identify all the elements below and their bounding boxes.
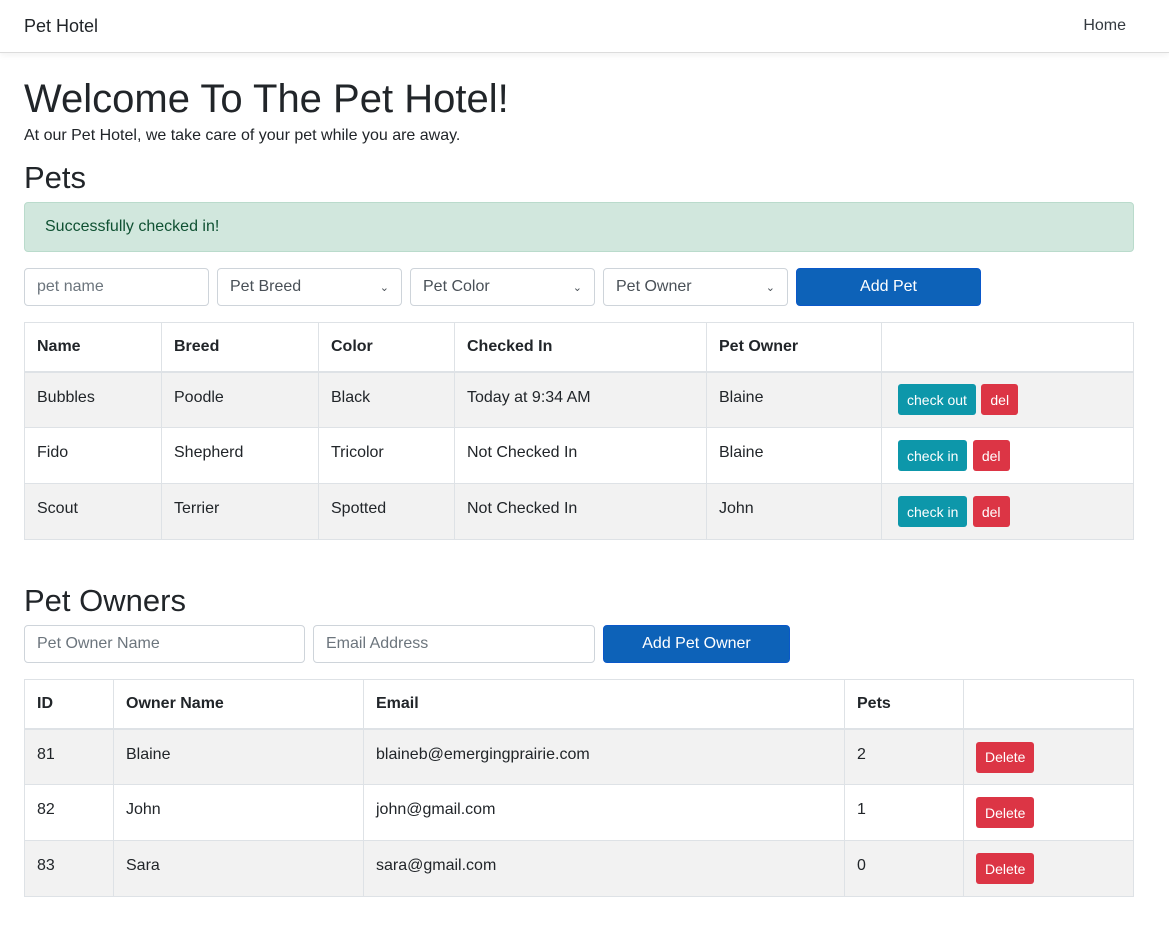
owner-email: blaineb@emergingprairie.com [363,728,845,786]
delete-pet-button[interactable]: del [972,440,1010,472]
page-title: Welcome To The Pet Hotel! [24,77,509,121]
col-pets: Pets [844,679,964,730]
chevron-down-icon: ⌄ [379,281,389,294]
owner-id: 83 [24,840,114,898]
brand-link[interactable]: Pet Hotel [24,16,98,37]
delete-pet-button[interactable]: del [981,384,1019,416]
owner-name: Sara [113,840,364,898]
pet-owner-value: Pet Owner [616,278,692,296]
owner-name: John [113,784,364,842]
owner-name-placeholder: Pet Owner Name [37,635,160,653]
owner-actions: Delete [963,784,1134,842]
pet-color-value: Pet Color [423,278,490,296]
owner-email-input[interactable]: Email Address [313,625,595,664]
pets-table: Name Breed Color Checked In Pet Owner Bu… [24,322,1134,541]
pet-owner: Blaine [706,427,882,485]
pets-heading: Pets [24,160,87,195]
pet-breed-select[interactable]: Pet Breed ⌄ [217,268,402,307]
pet-breed: Poodle [161,371,319,429]
delete-owner-button[interactable]: Delete [976,853,1035,885]
pet-breed-value: Pet Breed [230,278,302,296]
table-row: 82 John john@gmail.com 1 Delete [24,784,1134,842]
table-row: Fido Shepherd Tricolor Not Checked In Bl… [24,427,1134,485]
owner-pet-count: 1 [844,784,964,842]
pet-name-placeholder: pet name [37,278,104,296]
add-pet-form: pet name Pet Breed ⌄ Pet Color ⌄ Pet Own… [24,268,1134,307]
col-name: Name [24,322,162,373]
table-row: Bubbles Poodle Black Today at 9:34 AM Bl… [24,371,1134,429]
chevron-down-icon: ⌄ [572,281,582,294]
col-email: Email [363,679,845,730]
pet-color: Tricolor [318,427,455,485]
owner-actions: Delete [963,728,1134,786]
owner-pet-count: 2 [844,728,964,786]
col-owner-name: Owner Name [113,679,364,730]
pet-name: Fido [24,427,162,485]
col-pet-owner: Pet Owner [706,322,882,373]
owners-table: ID Owner Name Email Pets 81 Blaine blain… [24,679,1134,898]
col-breed: Breed [161,322,319,373]
check-out-button[interactable]: check out [898,384,976,416]
owner-pet-count: 0 [844,840,964,898]
col-checked-in: Checked In [454,322,707,373]
check-in-button[interactable]: check in [898,496,968,528]
owner-name: Blaine [113,728,364,786]
delete-owner-button[interactable]: Delete [976,797,1035,829]
add-owner-form: Pet Owner Name Email Address Add Pet Own… [24,625,1134,664]
pet-breed: Shepherd [161,427,319,485]
owners-table-header: ID Owner Name Email Pets [24,679,1134,730]
owner-email: john@gmail.com [363,784,845,842]
pet-name: Bubbles [24,371,162,429]
navbar: Pet Hotel Home [0,0,1169,53]
table-row: Scout Terrier Spotted Not Checked In Joh… [24,483,1134,541]
chevron-down-icon: ⌄ [765,281,775,294]
pet-actions: check out del [881,371,1134,429]
pet-owner: John [706,483,882,541]
col-actions [963,679,1134,730]
pets-table-header: Name Breed Color Checked In Pet Owner [24,322,1134,373]
add-owner-button[interactable]: Add Pet Owner [603,625,790,664]
success-alert: Successfully checked in! [24,202,1134,253]
owners-heading: Pet Owners [24,583,186,619]
owner-id: 82 [24,784,114,842]
pet-color-select[interactable]: Pet Color ⌄ [410,268,595,307]
delete-pet-button[interactable]: del [972,496,1010,528]
pet-actions: check in del [881,427,1134,485]
owner-id: 81 [24,728,114,786]
owner-actions: Delete [963,840,1134,898]
table-row: 83 Sara sara@gmail.com 0 Delete [24,840,1134,898]
delete-owner-button[interactable]: Delete [976,741,1035,773]
owner-email: sara@gmail.com [363,840,845,898]
nav-home-link[interactable]: Home [1083,17,1126,35]
pet-color: Black [318,371,455,429]
pet-actions: check in del [881,483,1134,541]
col-color: Color [318,322,455,373]
add-pet-button[interactable]: Add Pet [796,268,981,307]
pet-name: Scout [24,483,162,541]
check-in-button[interactable]: check in [898,440,968,472]
pet-color: Spotted [318,483,455,541]
main-container: Welcome To The Pet Hotel! At our Pet Hot… [0,75,1169,898]
pet-checked-in: Not Checked In [454,427,707,485]
pet-owner-select[interactable]: Pet Owner ⌄ [603,268,788,307]
pet-name-input[interactable]: pet name [24,268,209,307]
pet-breed: Terrier [161,483,319,541]
table-row: 81 Blaine blaineb@emergingprairie.com 2 … [24,728,1134,786]
pet-checked-in: Today at 9:34 AM [454,371,707,429]
page-subtitle: At our Pet Hotel, we take care of your p… [24,127,461,144]
col-actions [881,322,1134,373]
owner-name-input[interactable]: Pet Owner Name [24,625,305,664]
pet-checked-in: Not Checked In [454,483,707,541]
pet-owner: Blaine [706,371,882,429]
col-id: ID [24,679,114,730]
owner-email-placeholder: Email Address [326,635,429,653]
